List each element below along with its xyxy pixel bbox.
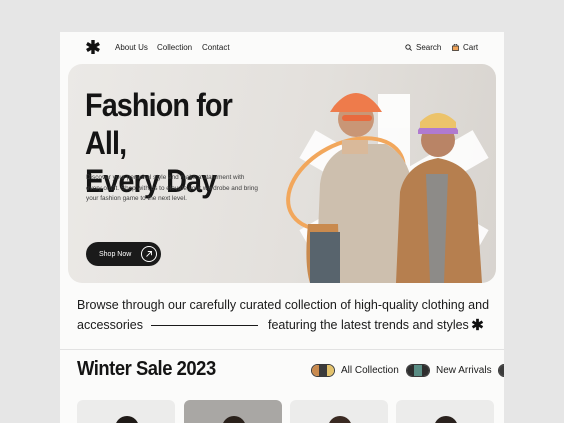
- product-image: [222, 416, 246, 423]
- search-button[interactable]: Search: [405, 43, 441, 52]
- arrow-up-right-icon: [141, 246, 157, 262]
- product-card[interactable]: [396, 400, 494, 423]
- section-divider: [60, 349, 504, 350]
- search-icon: [405, 44, 412, 51]
- product-card[interactable]: [77, 400, 175, 423]
- product-card[interactable]: [184, 400, 282, 423]
- cart-button[interactable]: Cart: [452, 43, 478, 52]
- cart-label: Cart: [463, 43, 479, 52]
- landing-page: About Us Collection Contact Search Cart …: [60, 32, 504, 423]
- asterisk-logo-icon[interactable]: [85, 39, 101, 55]
- asterisk-icon: [471, 318, 484, 331]
- hero-models-image: [286, 93, 489, 283]
- tagline-line2-right: featuring the latest trends and styles: [268, 318, 469, 332]
- chip-all-collection[interactable]: All Collection: [311, 364, 399, 377]
- shop-now-label: Shop Now: [99, 250, 132, 258]
- tagline-line1: Browse through our carefully curated col…: [77, 298, 490, 312]
- product-image: [434, 416, 458, 423]
- tagline-line2-left: accessories: [77, 318, 143, 332]
- product-image: [115, 416, 139, 423]
- hero-title-line1: Fashion for All,: [85, 87, 233, 161]
- sale-title: Winter Sale 2023: [77, 358, 216, 380]
- chip-new-arrivals[interactable]: New Arrivals: [406, 364, 492, 377]
- chip-more[interactable]: [498, 364, 504, 377]
- chip-all-collection-label: All Collection: [341, 365, 399, 376]
- chip-new-arrivals-label: New Arrivals: [436, 365, 492, 376]
- hero-description: Discover your personal style and make a …: [86, 174, 258, 202]
- nav-collection[interactable]: Collection: [157, 43, 192, 52]
- search-label: Search: [416, 43, 442, 52]
- all-collection-thumbnail: [311, 364, 335, 377]
- tagline-rule: [151, 325, 258, 326]
- hero-banner: Fashion for All, Every Day Discover your…: [68, 64, 496, 283]
- new-arrivals-thumbnail: [406, 364, 430, 377]
- product-card[interactable]: [290, 400, 388, 423]
- nav-contact[interactable]: Contact: [202, 43, 230, 52]
- nav-about-us[interactable]: About Us: [115, 43, 148, 52]
- top-nav: About Us Collection Contact Search Cart: [60, 32, 504, 64]
- cart-bag-icon: [452, 44, 459, 51]
- chip-more-thumbnail: [498, 364, 504, 377]
- shop-now-button[interactable]: Shop Now: [86, 242, 161, 266]
- product-image: [328, 416, 352, 423]
